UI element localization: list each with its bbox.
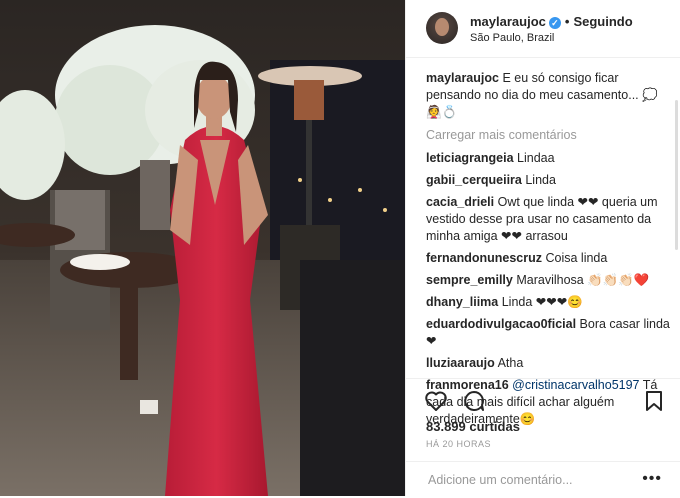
comment-item: gabii_cerqueiira Linda (426, 172, 670, 189)
comments-scrollbar[interactable] (675, 100, 678, 250)
more-options-icon[interactable]: ••• (642, 470, 662, 488)
comment-item: fernandonunescruz Coisa linda (426, 250, 670, 267)
comment-text: Atha (497, 356, 524, 370)
comment-username[interactable]: sempre_emilly (426, 273, 513, 287)
following-button[interactable]: Seguindo (573, 14, 632, 29)
comment-username[interactable]: eduardodivulgacao0ficial (426, 317, 576, 331)
actions-bar: 83.899 curtidas HÁ 20 HORAS ••• (406, 378, 680, 497)
instagram-post: maylaraujoc ✓ • Seguindo São Paulo, Brazil … (0, 0, 680, 496)
photo-illustration (0, 0, 405, 496)
add-comment-section: ••• (406, 461, 680, 498)
header-line: maylaraujoc ✓ • Seguindo (470, 14, 633, 29)
separator-dot: • (564, 14, 570, 29)
comment-item: lluziaaraujo Atha (426, 355, 670, 372)
comment-item: sempre_emilly Maravilhosa 👏🏻👏🏻👏🏻❤️ (426, 272, 670, 289)
load-more-comments-button[interactable]: Carregar mais comentários (426, 127, 670, 144)
post-photo[interactable] (0, 0, 405, 496)
post-timestamp[interactable]: HÁ 20 HORAS (426, 439, 491, 449)
comment-username[interactable]: lluziaaraujo (426, 356, 495, 370)
comment-username[interactable]: fernandonunescruz (426, 251, 542, 265)
comment-username[interactable]: gabii_cerqueiira (426, 173, 522, 187)
caption: maylaraujoc E eu só consigo ficar pensan… (426, 70, 670, 121)
comment-text: Linda (525, 173, 556, 187)
comment-icon[interactable] (462, 389, 486, 413)
comment-username[interactable]: cacia_drieli (426, 195, 494, 209)
post-header: maylaraujoc ✓ • Seguindo São Paulo, Brazil (406, 0, 680, 58)
comment-item: eduardodivulgacao0ficial Bora casar lind… (426, 316, 670, 350)
avatar[interactable] (426, 12, 458, 44)
bookmark-icon[interactable] (642, 389, 666, 413)
comment-item: dhany_liima Linda ❤❤❤😊 (426, 294, 670, 311)
comment-username[interactable]: maylaraujoc (426, 71, 499, 85)
comment-username[interactable]: dhany_liima (426, 295, 498, 309)
heart-icon[interactable] (424, 389, 448, 413)
location-link[interactable]: São Paulo, Brazil (470, 32, 554, 44)
add-comment-input[interactable] (426, 472, 630, 488)
post-sidebar: maylaraujoc ✓ • Seguindo São Paulo, Brazil … (405, 0, 680, 496)
comment-text: Maravilhosa 👏🏻👏🏻👏🏻❤️ (516, 273, 650, 287)
comment-item: leticiagrangeia Lindaa (426, 150, 670, 167)
likes-count[interactable]: 83.899 curtidas (426, 419, 520, 434)
comment-text: Lindaa (517, 151, 555, 165)
comment-text: Linda ❤❤❤😊 (501, 295, 583, 309)
comment-item: cacia_drieli Owt que linda ❤❤ queria um … (426, 194, 670, 245)
comment-text: Coisa linda (545, 251, 608, 265)
verified-badge-icon: ✓ (548, 16, 561, 29)
comment-username[interactable]: leticiagrangeia (426, 151, 514, 165)
username-link[interactable]: maylaraujoc (470, 14, 546, 29)
